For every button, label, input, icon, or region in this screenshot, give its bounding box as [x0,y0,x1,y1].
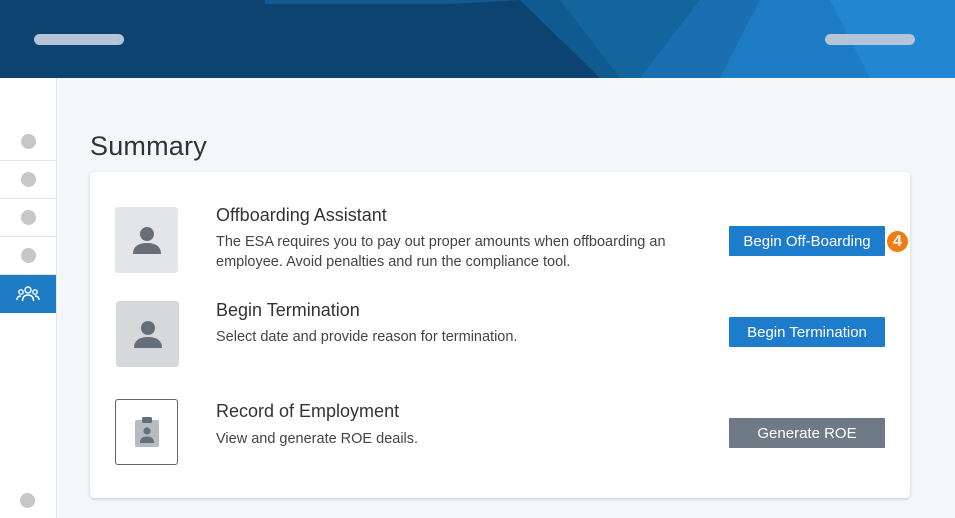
begin-offboarding-button[interactable]: Begin Off-Boarding [729,226,885,256]
header-pattern [0,0,955,78]
placeholder-dot-icon [20,210,36,225]
row-title: Begin Termination [216,300,360,320]
generate-roe-button[interactable]: Generate ROE [729,418,885,448]
sidebar-item-people[interactable] [0,275,56,313]
person-icon [115,207,178,273]
summary-card: Offboarding Assistant The ESA requires y… [90,172,910,498]
sidebar-item-2[interactable] [0,161,56,199]
begin-termination-button[interactable]: Begin Termination [729,317,885,347]
person-icon [116,301,179,367]
header-right-placeholder [825,34,915,45]
sidebar-item-1[interactable] [0,123,56,161]
sidebar [0,78,57,518]
sidebar-item-3[interactable] [0,199,56,237]
placeholder-dot-icon [20,134,36,149]
row-title: Record of Employment [216,401,400,421]
row-description: The ESA requires you to pay out proper a… [216,234,666,270]
sidebar-bottom-dot-icon[interactable] [20,493,35,508]
top-header [0,0,955,78]
row-description: Select date and provide reason for termi… [216,329,518,345]
sidebar-item-4[interactable] [0,237,56,275]
row-title: Offboarding Assistant [216,205,387,225]
placeholder-dot-icon [20,248,36,263]
header-left-placeholder [34,34,124,45]
people-icon [16,286,40,302]
row-description: View and generate ROE deails. [216,431,419,447]
page-title: Summary [90,131,207,161]
placeholder-dot-icon [20,172,36,187]
clipboard-person-icon [115,399,178,465]
step-badge: 4 [885,229,910,254]
